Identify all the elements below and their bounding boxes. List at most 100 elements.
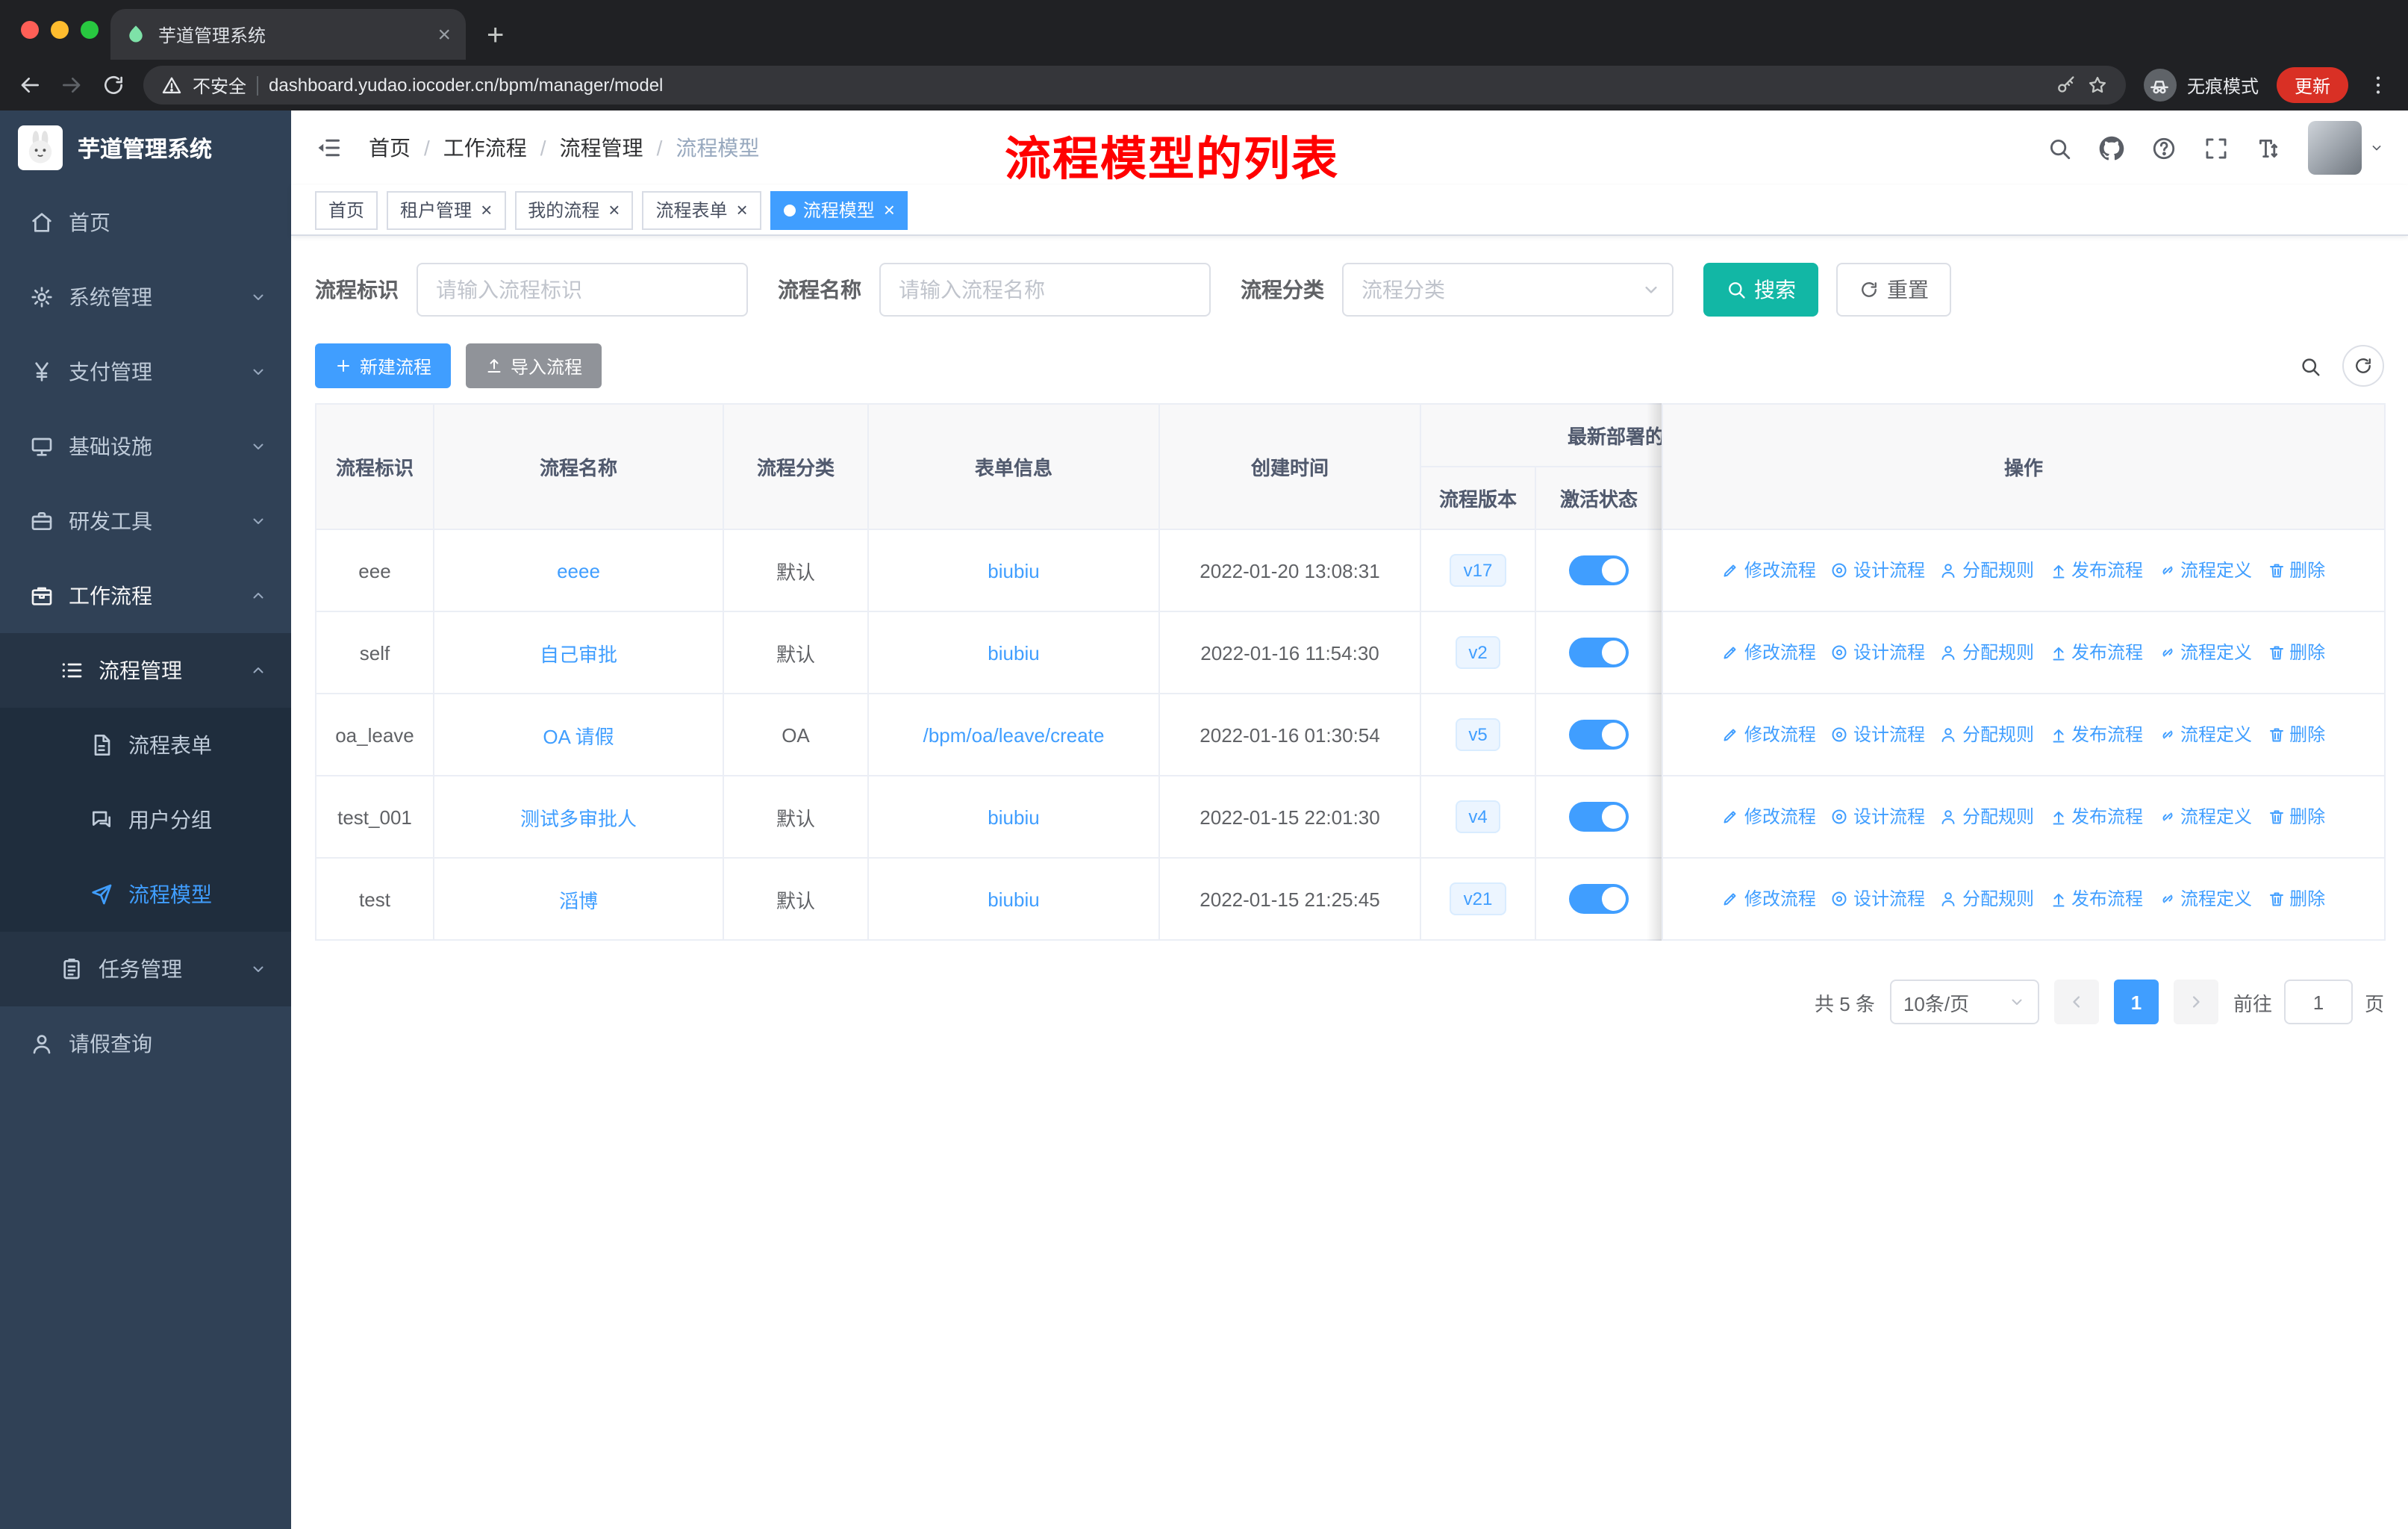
sidebar-item-process-manage[interactable]: 流程管理 xyxy=(0,633,291,708)
close-icon[interactable]: × xyxy=(481,200,492,219)
fullscreen-button[interactable] xyxy=(2203,135,2229,161)
action-assign[interactable]: 分配规则 xyxy=(1940,722,2034,747)
prev-page-button[interactable] xyxy=(2053,980,2099,1024)
view-tag-tenant[interactable]: 租户管理 × xyxy=(387,190,506,229)
action-delete[interactable]: 删除 xyxy=(2267,558,2325,583)
action-modify[interactable]: 修改流程 xyxy=(1722,886,1816,912)
browser-tab[interactable]: 芋道管理系统 × xyxy=(110,9,466,60)
action-definition[interactable]: 流程定义 xyxy=(2158,640,2252,665)
address-bar[interactable]: 不安全 dashboard.yudao.iocoder.cn/bpm/manag… xyxy=(143,66,2126,105)
form-info-link[interactable]: biubiu xyxy=(988,641,1039,664)
status-toggle[interactable] xyxy=(1569,720,1629,750)
action-modify[interactable]: 修改流程 xyxy=(1722,722,1816,747)
zoom-window-button[interactable] xyxy=(81,21,99,39)
sidebar-item-process-form[interactable]: 流程表单 xyxy=(0,708,291,782)
process-name-link[interactable]: OA 请假 xyxy=(543,725,614,747)
action-modify[interactable]: 修改流程 xyxy=(1722,804,1816,829)
action-publish[interactable]: 发布流程 xyxy=(2049,558,2143,583)
process-name-link[interactable]: 自己审批 xyxy=(540,643,617,665)
current-page[interactable]: 1 xyxy=(2113,980,2159,1024)
close-window-button[interactable] xyxy=(21,21,39,39)
security-warning-icon[interactable] xyxy=(161,75,182,96)
back-button[interactable] xyxy=(18,73,42,97)
process-name-link[interactable]: eeee xyxy=(557,559,600,582)
form-info-link[interactable]: biubiu xyxy=(988,806,1039,828)
password-key-icon[interactable] xyxy=(2056,75,2077,96)
sidebar-item-workflow[interactable]: 工作流程 xyxy=(0,558,291,633)
sidebar-item-system[interactable]: 系统管理 xyxy=(0,260,291,334)
close-icon[interactable]: × xyxy=(884,200,895,219)
action-assign[interactable]: 分配规则 xyxy=(1940,640,2034,665)
action-design[interactable]: 设计流程 xyxy=(1831,886,1925,912)
action-publish[interactable]: 发布流程 xyxy=(2049,886,2143,912)
reset-button[interactable]: 重置 xyxy=(1836,263,1951,317)
user-menu[interactable] xyxy=(2308,121,2384,175)
process-id-input[interactable] xyxy=(417,263,748,317)
create-process-button[interactable]: 新建流程 xyxy=(315,343,452,388)
action-delete[interactable]: 删除 xyxy=(2267,804,2325,829)
reload-button[interactable] xyxy=(102,73,125,97)
view-tag-my-process[interactable]: 我的流程 × xyxy=(514,190,634,229)
close-icon[interactable]: × xyxy=(608,200,620,219)
import-process-button[interactable]: 导入流程 xyxy=(466,343,602,388)
sidebar-item-process-model[interactable]: 流程模型 xyxy=(0,857,291,932)
process-name-link[interactable]: 滔博 xyxy=(559,889,598,912)
action-design[interactable]: 设计流程 xyxy=(1831,722,1925,747)
status-toggle[interactable] xyxy=(1569,884,1629,914)
sidebar-fold-button[interactable] xyxy=(315,134,342,161)
status-toggle[interactable] xyxy=(1569,638,1629,667)
goto-page-input[interactable] xyxy=(2283,980,2353,1024)
tab-close-icon[interactable]: × xyxy=(437,23,451,46)
search-button[interactable]: 搜索 xyxy=(1703,263,1818,317)
breadcrumb-item[interactable]: 首页 xyxy=(369,133,411,163)
forward-button[interactable] xyxy=(60,73,84,97)
page-size-select[interactable]: 10条/页 xyxy=(1889,980,2039,1024)
action-modify[interactable]: 修改流程 xyxy=(1722,558,1816,583)
action-design[interactable]: 设计流程 xyxy=(1831,640,1925,665)
process-name-input[interactable] xyxy=(879,263,1211,317)
action-modify[interactable]: 修改流程 xyxy=(1722,640,1816,665)
status-toggle[interactable] xyxy=(1569,802,1629,832)
app-logo[interactable]: 芋道管理系统 xyxy=(0,110,291,185)
view-tag-process-form[interactable]: 流程表单 × xyxy=(642,190,761,229)
version-badge[interactable]: v2 xyxy=(1455,636,1501,669)
browser-menu-button[interactable] xyxy=(2366,73,2390,97)
bookmark-star-icon[interactable] xyxy=(2087,75,2108,96)
process-category-select[interactable] xyxy=(1342,263,1674,317)
refresh-table-button[interactable] xyxy=(2342,345,2384,387)
close-icon[interactable]: × xyxy=(737,200,748,219)
form-info-link[interactable]: biubiu xyxy=(988,559,1039,582)
version-badge[interactable]: v21 xyxy=(1450,882,1506,915)
action-delete[interactable]: 删除 xyxy=(2267,886,2325,912)
sidebar-item-infra[interactable]: 基础设施 xyxy=(0,409,291,484)
action-design[interactable]: 设计流程 xyxy=(1831,804,1925,829)
minimize-window-button[interactable] xyxy=(51,21,69,39)
toggle-search-button[interactable] xyxy=(2299,355,2321,377)
action-assign[interactable]: 分配规则 xyxy=(1940,886,2034,912)
form-info-link[interactable]: /bpm/oa/leave/create xyxy=(923,723,1105,746)
next-page-button[interactable] xyxy=(2173,980,2218,1024)
action-definition[interactable]: 流程定义 xyxy=(2158,558,2252,583)
status-toggle[interactable] xyxy=(1569,555,1629,585)
sidebar-item-task-manage[interactable]: 任务管理 xyxy=(0,932,291,1006)
view-tag-home[interactable]: 首页 xyxy=(315,190,378,229)
breadcrumb-item[interactable]: 流程管理 xyxy=(560,133,643,163)
action-delete[interactable]: 删除 xyxy=(2267,722,2325,747)
action-design[interactable]: 设计流程 xyxy=(1831,558,1925,583)
help-button[interactable] xyxy=(2151,135,2177,161)
action-assign[interactable]: 分配规则 xyxy=(1940,804,2034,829)
action-publish[interactable]: 发布流程 xyxy=(2049,722,2143,747)
view-tag-process-model[interactable]: 流程模型 × xyxy=(770,190,908,229)
action-definition[interactable]: 流程定义 xyxy=(2158,886,2252,912)
action-definition[interactable]: 流程定义 xyxy=(2158,722,2252,747)
process-category-input[interactable] xyxy=(1342,263,1674,317)
version-badge[interactable]: v17 xyxy=(1450,554,1506,587)
sidebar-item-leave-query[interactable]: 请假查询 xyxy=(0,1006,291,1081)
breadcrumb-item[interactable]: 工作流程 xyxy=(443,133,527,163)
header-search-button[interactable] xyxy=(2047,135,2072,161)
action-definition[interactable]: 流程定义 xyxy=(2158,804,2252,829)
version-badge[interactable]: v4 xyxy=(1455,800,1501,833)
action-publish[interactable]: 发布流程 xyxy=(2049,640,2143,665)
new-tab-button[interactable]: + xyxy=(487,21,504,51)
update-button[interactable]: 更新 xyxy=(2276,67,2348,103)
